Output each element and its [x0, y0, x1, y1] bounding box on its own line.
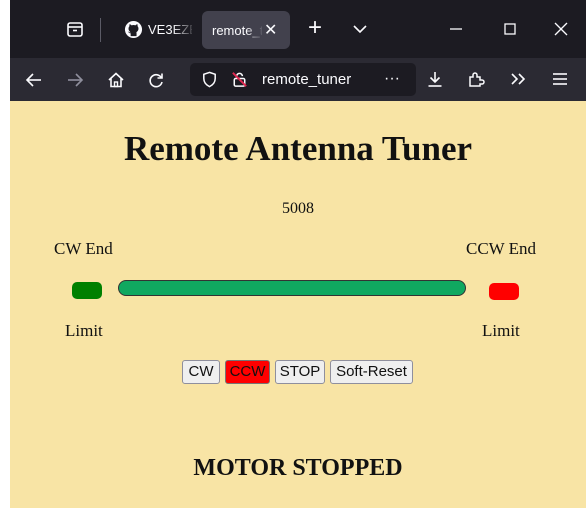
list-all-tabs-icon[interactable] [350, 19, 372, 39]
tab-overview-icon[interactable] [65, 19, 87, 39]
extensions-icon[interactable] [466, 69, 488, 89]
page-actions-button[interactable]: ··· [380, 69, 404, 89]
ccw-end-label: CCW End [466, 239, 537, 258]
reload-icon[interactable] [146, 70, 168, 90]
url-text: remote_tuner [262, 71, 352, 88]
minimize-icon[interactable] [446, 19, 468, 39]
cw-end-label: CW End [54, 239, 113, 258]
home-icon[interactable] [106, 70, 128, 90]
motor-status: MOTOR STOPPED [193, 455, 403, 481]
position-bar [118, 280, 466, 296]
forward-icon[interactable] [65, 70, 87, 90]
tab-remote-tuner[interactable]: remote_tuner ✕ [202, 11, 290, 49]
ccw-limit-indicator [489, 283, 519, 300]
browser-chrome: VE3EZE remote_tuner ✕ + [10, 0, 586, 101]
ccw-limit-label: Limit [482, 321, 520, 340]
page-title: Remote Antenna Tuner [123, 129, 473, 168]
position-readout: 5008 [282, 200, 314, 217]
maximize-icon[interactable] [500, 19, 522, 39]
back-icon[interactable] [24, 70, 46, 90]
cw-limit-indicator [72, 282, 102, 299]
tab-separator [100, 18, 101, 42]
close-window-icon[interactable] [551, 19, 573, 39]
ccw-button[interactable]: CCW [225, 360, 270, 384]
cw-limit-label: Limit [65, 321, 103, 340]
tab-ve3eze[interactable]: VE3EZE [110, 12, 202, 48]
navigation-toolbar: remote_tuner ··· [10, 58, 586, 101]
new-tab-button[interactable]: + [302, 16, 328, 40]
hamburger-menu-icon[interactable] [550, 69, 572, 89]
cw-button[interactable]: CW [182, 360, 220, 384]
page-content: Remote Antenna Tuner 5008 CW End CCW End… [10, 101, 586, 508]
downloads-icon[interactable] [425, 69, 447, 89]
tab-bar: VE3EZE remote_tuner ✕ + [10, 0, 586, 58]
stop-button[interactable]: STOP [275, 360, 325, 384]
close-tab-icon[interactable]: ✕ [264, 20, 282, 40]
soft-reset-button[interactable]: Soft-Reset [330, 360, 413, 384]
insecure-lock-icon[interactable] [230, 70, 250, 89]
github-icon [124, 20, 144, 39]
overflow-menu-icon[interactable] [508, 69, 530, 89]
shield-icon[interactable] [200, 70, 220, 89]
